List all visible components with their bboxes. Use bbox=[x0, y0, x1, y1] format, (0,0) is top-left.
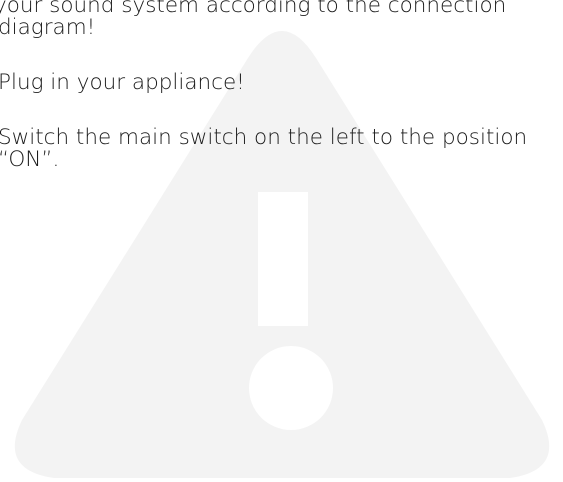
instructions-text: your sound system according to the conne… bbox=[0, 0, 563, 482]
instruction-line-2: diagram! bbox=[0, 15, 96, 40]
instruction-line-4: Switch the main switch on the left to th… bbox=[0, 125, 528, 150]
instruction-line-3: Plug in your appliance! bbox=[0, 70, 245, 95]
instruction-line-5: “ON”. bbox=[0, 147, 60, 172]
